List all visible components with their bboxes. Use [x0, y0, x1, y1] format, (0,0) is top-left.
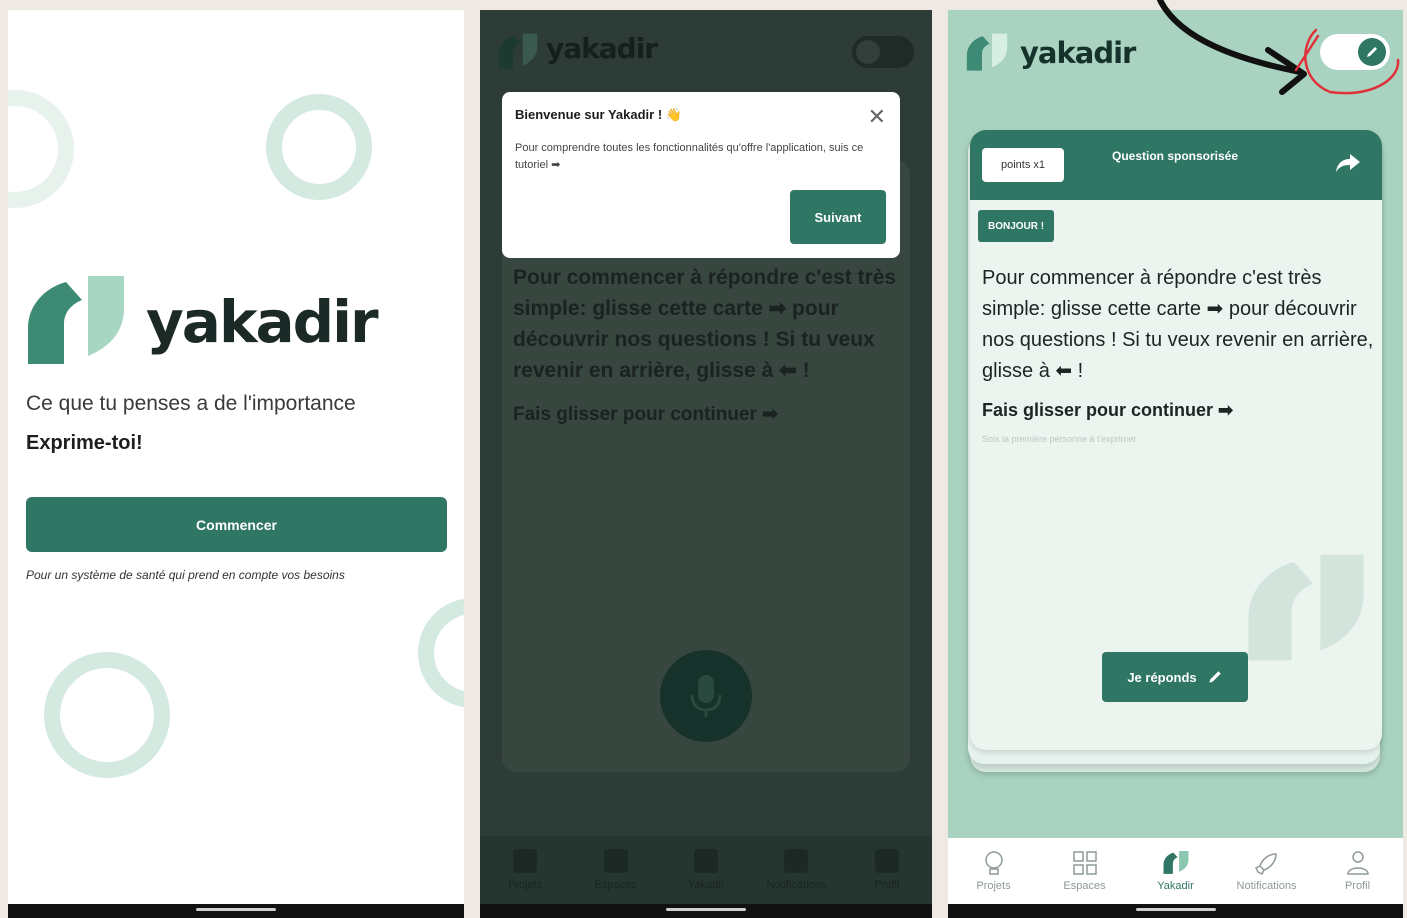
nav-label: Projets: [508, 879, 543, 891]
microphone-button[interactable]: [660, 650, 752, 742]
card-instructions: Pour commencer à répondre c'est très sim…: [982, 267, 1374, 382]
tutorial-tooltip: Bienvenue sur Yakadir ! 👋 ✕ Pour compren…: [502, 92, 900, 258]
nav-espaces[interactable]: Espaces: [1039, 838, 1130, 904]
card-instructions: Pour commencer à répondre c'est très sim…: [513, 266, 897, 382]
microphone-icon: [690, 675, 722, 717]
nav-label: Profil: [874, 879, 900, 891]
quote-logo-icon: [1163, 851, 1188, 874]
user-icon: [1346, 851, 1369, 875]
decor-ring: [418, 598, 464, 708]
swipe-hint: Fais glisser pour continuer ➡: [982, 400, 1234, 420]
home-indicator[interactable]: [666, 908, 746, 911]
nav-label: Profil: [1344, 880, 1371, 892]
brand-logo: yakadir: [26, 272, 379, 372]
decor-ring: [44, 652, 170, 778]
sponsored-label: Question sponsorisée: [1111, 149, 1239, 163]
bottom-nav: Projets Espaces Yakadir Notifications Pr…: [480, 836, 932, 904]
nav-yakadir[interactable]: Yakadir: [1130, 838, 1221, 904]
swipe-hint: Fais glisser pour continuer ➡: [513, 404, 779, 425]
decor-ring: [266, 94, 372, 200]
answer-button[interactable]: Je réponds: [1102, 652, 1248, 702]
home-indicator[interactable]: [1135, 908, 1216, 911]
card-header: points x1 Question sponsorisée: [970, 130, 1382, 200]
card-hint: Sois la première personne à t'exprimer: [982, 434, 1137, 444]
brand-logo: yakadir: [966, 32, 1136, 74]
points-badge: points x1: [982, 148, 1064, 182]
bottom-nav: Projets Espaces Yakadir Notifications Pr…: [948, 838, 1403, 904]
rocket-icon: [784, 849, 809, 873]
quote-logo-icon: [966, 33, 1008, 71]
tutorial-screen: yakadir Pour commencer à répondre c'est …: [480, 10, 932, 918]
nav-profil[interactable]: Profil: [1312, 838, 1403, 904]
brand-wordmark: yakadir: [1020, 36, 1136, 70]
toggle-knob: [856, 40, 880, 64]
grid-icon: [603, 849, 628, 873]
nav-notifications[interactable]: Notifications: [751, 836, 841, 904]
nav-label: Yakadir: [1157, 880, 1194, 892]
lightbulb-icon: [513, 849, 538, 873]
rocket-icon: [1254, 853, 1277, 876]
user-icon: [874, 849, 899, 873]
grid-icon: [1072, 851, 1097, 875]
nav-yakadir[interactable]: Yakadir: [661, 836, 751, 904]
nav-espaces[interactable]: Espaces: [570, 836, 660, 904]
welcome-screen: yakadir Ce que tu penses a de l'importan…: [8, 10, 464, 918]
nav-profil[interactable]: Profil: [842, 836, 932, 904]
system-nav-bar: [8, 904, 464, 918]
decor-ring: [8, 90, 74, 208]
nav-label: Espaces: [1063, 880, 1106, 892]
theme-toggle[interactable]: [1320, 34, 1390, 70]
quote-logo-icon: [498, 33, 538, 69]
question-screen: yakadir points x1 Question sponsorisée B…: [948, 10, 1403, 918]
nav-label: Notifications: [1236, 880, 1297, 892]
footnote: Pour un système de santé qui prend en co…: [26, 568, 345, 582]
toggle-knob: [1358, 38, 1386, 66]
pencil-icon: [1367, 47, 1377, 57]
greeting-badge: BONJOUR !: [978, 210, 1055, 242]
share-icon[interactable]: [1334, 152, 1362, 174]
app-header: yakadir: [480, 10, 932, 85]
pencil-icon: [1208, 671, 1221, 683]
theme-toggle[interactable]: [852, 36, 914, 68]
question-card[interactable]: points x1 Question sponsorisée BONJOUR !…: [970, 130, 1382, 750]
nav-projets[interactable]: Projets: [948, 838, 1039, 904]
home-indicator[interactable]: [196, 908, 276, 911]
nav-label: Espaces: [594, 879, 637, 891]
system-nav-bar: [948, 904, 1403, 918]
start-button[interactable]: Commencer: [26, 497, 447, 552]
answer-button-label: Je réponds: [1127, 669, 1197, 685]
watermark-logo-icon: [1248, 554, 1364, 661]
quote-logo-icon: [694, 849, 719, 873]
lightbulb-icon: [984, 851, 1003, 875]
nav-label: Yakadir: [687, 879, 725, 891]
system-nav-bar: [480, 904, 932, 918]
brand-wordmark: yakadir: [546, 32, 658, 65]
tooltip-title: Bienvenue sur Yakadir ! 👋: [515, 107, 682, 122]
brand-wordmark: yakadir: [146, 288, 379, 356]
nav-projets[interactable]: Projets: [480, 836, 570, 904]
tooltip-body: Pour comprendre toutes les fonctionnalit…: [515, 142, 864, 171]
quote-logo-icon: [28, 276, 124, 364]
nav-label: Projets: [976, 880, 1011, 892]
nav-label: Notifications: [766, 879, 827, 891]
nav-notifications[interactable]: Notifications: [1221, 838, 1312, 904]
tagline: Ce que tu penses a de l'importance: [26, 392, 356, 415]
next-button[interactable]: Suivant: [790, 190, 886, 244]
headline: Exprime-toi!: [26, 432, 143, 454]
close-icon[interactable]: ✕: [868, 104, 886, 130]
